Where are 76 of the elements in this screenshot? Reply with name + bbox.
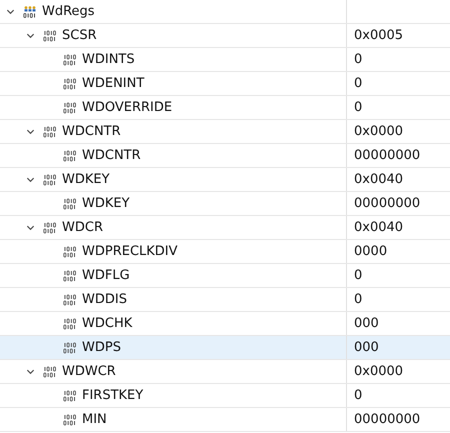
node-name: WDINTS [82, 52, 135, 67]
register-value: 00000000 [354, 196, 420, 211]
tree-row[interactable]: WDFLG 0 [0, 264, 450, 288]
tree-row[interactable]: FIRSTKEY 0 [0, 384, 450, 408]
tree-row[interactable]: WDENINT 0 [0, 72, 450, 96]
node-name: WDOVERRIDE [82, 100, 172, 115]
register-value: 0 [354, 52, 362, 67]
node-name: WDCNTR [62, 124, 121, 139]
register-value: 0 [354, 292, 362, 307]
register-value: 0x0040 [354, 220, 404, 235]
node-name: WDENINT [82, 76, 144, 91]
binary-icon [43, 126, 57, 138]
tree-row[interactable]: WDCNTR 0x0000 [0, 120, 450, 144]
group-icon [23, 6, 37, 18]
register-value: 0000 [354, 244, 388, 259]
node-name: WDDIS [82, 292, 127, 307]
chevron-down-icon[interactable] [26, 367, 35, 376]
register-value: 0x0040 [354, 172, 404, 187]
node-name: SCSR [62, 28, 97, 43]
node-name: WDWCR [62, 364, 116, 379]
tree-row[interactable]: WDDIS 0 [0, 288, 450, 312]
tree-row[interactable]: WDKEY 0x0040 [0, 168, 450, 192]
binary-icon [43, 174, 57, 186]
tree-row[interactable]: WDCNTR 00000000 [0, 144, 450, 168]
tree-row[interactable]: WdRegs [0, 0, 450, 24]
tree-row[interactable]: WDWCR 0x0000 [0, 360, 450, 384]
binary-icon [63, 150, 77, 162]
binary-icon [63, 54, 77, 66]
register-value: 0 [354, 388, 362, 403]
register-value: 000 [354, 316, 379, 331]
tree-row[interactable]: WDCR 0x0040 [0, 216, 450, 240]
binary-icon [63, 270, 77, 282]
binary-icon [43, 222, 57, 234]
tree-row[interactable]: WDPS 000 [0, 336, 450, 360]
register-value: 00000000 [354, 148, 420, 163]
binary-icon [63, 318, 77, 330]
node-name: WDPS [82, 340, 121, 355]
tree-row[interactable]: WDKEY 00000000 [0, 192, 450, 216]
node-name: MIN [82, 412, 107, 427]
node-name: WdRegs [42, 4, 95, 19]
chevron-down-icon[interactable] [26, 127, 35, 136]
tree-row[interactable]: MIN 00000000 [0, 408, 450, 432]
node-name: WDKEY [82, 196, 130, 211]
binary-icon [43, 30, 57, 42]
node-name: FIRSTKEY [82, 388, 144, 403]
chevron-down-icon[interactable] [6, 7, 15, 16]
register-value: 00000000 [354, 412, 420, 427]
register-value: 0x0000 [354, 364, 404, 379]
chevron-down-icon[interactable] [26, 31, 35, 40]
register-value: 0x0005 [354, 28, 404, 43]
binary-icon [63, 78, 77, 90]
tree-row[interactable]: WDINTS 0 [0, 48, 450, 72]
binary-icon [63, 198, 77, 210]
binary-icon [43, 366, 57, 378]
binary-icon [63, 342, 77, 354]
node-name: WDPRECLKDIV [82, 244, 178, 259]
node-name: WDCNTR [82, 148, 141, 163]
register-value: 000 [354, 340, 379, 355]
node-name: WDFLG [82, 268, 130, 283]
register-value: 0 [354, 100, 362, 115]
register-value: 0 [354, 268, 362, 283]
tree-row[interactable]: SCSR 0x0005 [0, 24, 450, 48]
binary-icon [63, 414, 77, 426]
binary-icon [63, 294, 77, 306]
register-value: 0 [354, 76, 362, 91]
register-value: 0x0000 [354, 124, 404, 139]
node-name: WDCHK [82, 316, 132, 331]
tree-row[interactable]: WDOVERRIDE 0 [0, 96, 450, 120]
binary-icon [63, 390, 77, 402]
node-name: WDCR [62, 220, 103, 235]
binary-icon [63, 102, 77, 114]
node-name: WDKEY [62, 172, 110, 187]
chevron-down-icon[interactable] [26, 175, 35, 184]
chevron-down-icon[interactable] [26, 223, 35, 232]
binary-icon [63, 246, 77, 258]
tree-row[interactable]: WDPRECLKDIV 0000 [0, 240, 450, 264]
